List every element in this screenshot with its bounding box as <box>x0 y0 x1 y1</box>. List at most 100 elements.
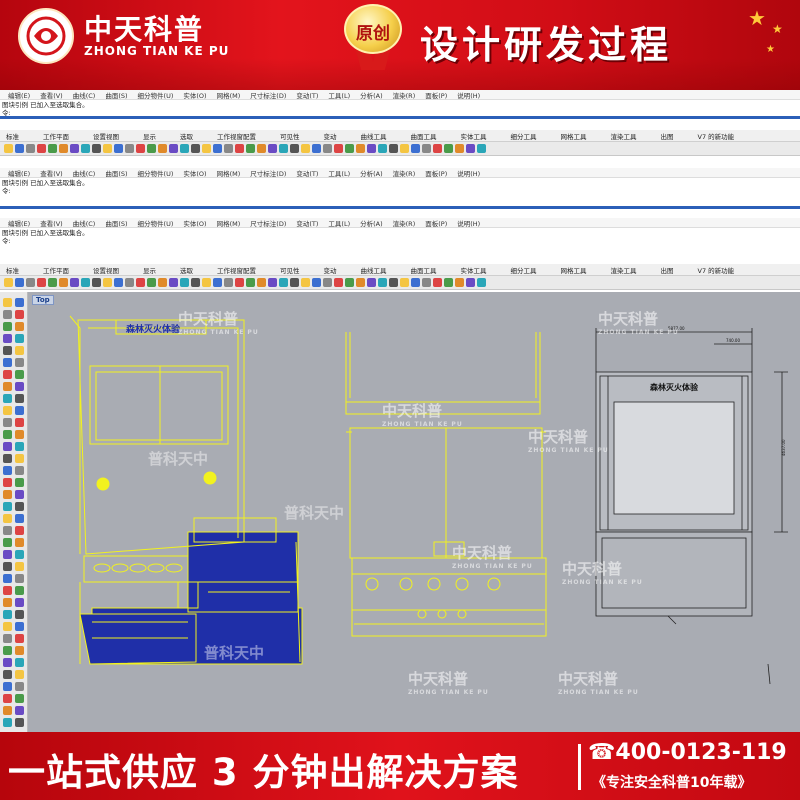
tool-icon[interactable] <box>147 278 156 287</box>
menu-item[interactable]: 变动(T) <box>296 218 318 228</box>
tool-icon[interactable] <box>279 144 288 153</box>
tool-icon[interactable] <box>3 442 12 451</box>
tool-icon[interactable] <box>92 144 101 153</box>
tool-icon[interactable] <box>48 278 57 287</box>
tool-icon[interactable] <box>3 586 12 595</box>
menu-item[interactable]: 编辑(E) <box>8 90 30 100</box>
tool-icon[interactable] <box>3 310 12 319</box>
command-prompt[interactable]: 令: <box>0 186 800 195</box>
toolbar-tab[interactable]: 渲染工具 <box>611 131 637 141</box>
tool-icon[interactable] <box>103 144 112 153</box>
tool-icon[interactable] <box>345 278 354 287</box>
menu-item[interactable]: 尺寸标注(D) <box>250 218 286 228</box>
tool-icon[interactable] <box>59 144 68 153</box>
tool-icon[interactable] <box>15 718 24 727</box>
tool-icon[interactable] <box>477 144 486 153</box>
tool-icon[interactable] <box>356 144 365 153</box>
tool-icon[interactable] <box>147 144 156 153</box>
tool-icon[interactable] <box>3 694 12 703</box>
tool-icon[interactable] <box>15 358 24 367</box>
tool-icon[interactable] <box>3 670 12 679</box>
tool-icon[interactable] <box>477 278 486 287</box>
toolbar-tab[interactable]: 细分工具 <box>511 131 537 141</box>
tool-icon[interactable] <box>433 144 442 153</box>
menu-item[interactable]: 曲面(S) <box>105 168 127 178</box>
tool-icon[interactable] <box>312 278 321 287</box>
toolbar-tab[interactable]: 显示 <box>143 265 156 275</box>
menu-item[interactable]: 尺寸标注(D) <box>250 90 286 100</box>
tool-icon[interactable] <box>15 490 24 499</box>
tool-icon[interactable] <box>3 646 12 655</box>
menu-item[interactable]: 实体(O) <box>183 168 206 178</box>
toolbar-tab[interactable]: 显示 <box>143 131 156 141</box>
menu-item[interactable]: 网格(M) <box>217 168 241 178</box>
tool-icon[interactable] <box>3 430 12 439</box>
tool-icon[interactable] <box>345 144 354 153</box>
tool-icon[interactable] <box>15 298 24 307</box>
menu-item[interactable]: 变动(T) <box>296 168 318 178</box>
tool-icon[interactable] <box>235 144 244 153</box>
tool-icon[interactable] <box>3 406 12 415</box>
menu-item[interactable]: 分析(A) <box>360 90 383 100</box>
tool-icon[interactable] <box>158 144 167 153</box>
tool-icon[interactable] <box>455 144 464 153</box>
tool-icon[interactable] <box>15 622 24 631</box>
tool-icon[interactable] <box>15 682 24 691</box>
tool-icon[interactable] <box>312 144 321 153</box>
tool-icon[interactable] <box>323 144 332 153</box>
tool-icon[interactable] <box>92 278 101 287</box>
tool-icon[interactable] <box>356 278 365 287</box>
tool-icon[interactable] <box>3 718 12 727</box>
tool-icon[interactable] <box>268 278 277 287</box>
menu-item[interactable]: 细分物件(U) <box>138 168 174 178</box>
menu-item[interactable]: 曲面(S) <box>105 90 127 100</box>
toolbar-tab[interactable]: 渲染工具 <box>611 265 637 275</box>
toolbar-tab[interactable]: V7 的新功能 <box>698 265 735 275</box>
tool-icon[interactable] <box>4 144 13 153</box>
tool-icon[interactable] <box>15 574 24 583</box>
tool-icon[interactable] <box>15 562 24 571</box>
tool-icon[interactable] <box>422 144 431 153</box>
tool-icon[interactable] <box>290 144 299 153</box>
tool-icon[interactable] <box>15 370 24 379</box>
menu-item[interactable]: 细分物件(U) <box>138 218 174 228</box>
tool-icon[interactable] <box>15 406 24 415</box>
toolbar-tab[interactable]: V7 的新功能 <box>698 131 735 141</box>
menu-item[interactable]: 工具(L) <box>328 168 350 178</box>
tool-icon[interactable] <box>136 278 145 287</box>
toolbar-tab[interactable]: 曲面工具 <box>411 131 437 141</box>
tool-icon[interactable] <box>3 550 12 559</box>
tool-icon[interactable] <box>26 144 35 153</box>
menu-item[interactable]: 说明(H) <box>457 168 480 178</box>
tool-icon[interactable] <box>125 278 134 287</box>
menu-item[interactable]: 编辑(E) <box>8 168 30 178</box>
tool-icon[interactable] <box>3 610 12 619</box>
tool-icon[interactable] <box>3 394 12 403</box>
menu-item[interactable]: 查看(V) <box>40 90 63 100</box>
toolbar-tab[interactable]: 变动 <box>324 131 337 141</box>
tool-icon[interactable] <box>15 144 24 153</box>
menu-item[interactable]: 工具(L) <box>328 218 350 228</box>
tool-icon[interactable] <box>15 598 24 607</box>
tool-icon[interactable] <box>466 278 475 287</box>
tool-icon[interactable] <box>3 322 12 331</box>
tool-icon[interactable] <box>3 622 12 631</box>
toolbar-tab[interactable]: 设置视图 <box>93 265 119 275</box>
tool-icon[interactable] <box>433 278 442 287</box>
tool-icon[interactable] <box>3 346 12 355</box>
tool-icon[interactable] <box>15 382 24 391</box>
tool-icon[interactable] <box>15 278 24 287</box>
tool-icon[interactable] <box>202 278 211 287</box>
tool-icon[interactable] <box>444 144 453 153</box>
tool-icon[interactable] <box>15 706 24 715</box>
tool-icon[interactable] <box>3 418 12 427</box>
tool-icon[interactable] <box>3 682 12 691</box>
toolbar-tab[interactable]: 曲线工具 <box>361 265 387 275</box>
tool-icon[interactable] <box>15 694 24 703</box>
tool-icon[interactable] <box>3 358 12 367</box>
tool-icon[interactable] <box>3 454 12 463</box>
tool-icon[interactable] <box>268 144 277 153</box>
tool-icon[interactable] <box>301 144 310 153</box>
toolbar-tab[interactable]: 可见性 <box>280 131 300 141</box>
tool-icon[interactable] <box>224 278 233 287</box>
